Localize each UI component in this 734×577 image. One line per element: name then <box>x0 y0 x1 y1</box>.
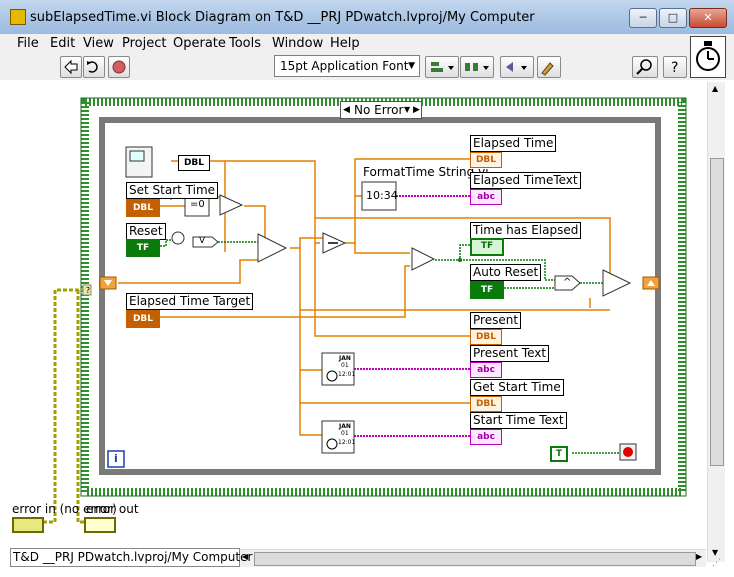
diagram-wiring <box>40 97 687 524</box>
time-has-elapsed-indicator[interactable]: TF <box>470 238 504 256</box>
and-node-label: ^ <box>563 277 572 288</box>
start-time-text-indicator[interactable]: abc <box>470 429 502 445</box>
select-node-3 <box>602 269 632 297</box>
horizontal-scrollbar[interactable]: ◀ ▶ <box>240 549 706 567</box>
datetime-icon-day-2: 01 <box>341 430 349 437</box>
elapsed-time-target-control[interactable]: DBL <box>126 310 160 328</box>
label-auto-reset: Auto Reset <box>470 264 542 281</box>
label-time-has-elapsed: Time has Elapsed <box>470 222 582 239</box>
tick-count-output-terminal: DBL <box>178 155 210 171</box>
label-reset: Reset <box>126 223 166 240</box>
or-node <box>192 236 219 248</box>
elapsed-time-indicator[interactable]: DBL <box>470 152 502 168</box>
datetime-icon-time-2: 12:01 <box>338 439 356 446</box>
select-node-2 <box>257 233 288 263</box>
get-start-time-indicator[interactable]: DBL <box>470 396 502 412</box>
iteration-terminal-label: i <box>114 452 118 465</box>
case-selector[interactable]: ◀ No Error ▼ ▶ <box>340 101 422 119</box>
label-elapsed-time: Elapsed Time <box>470 135 557 152</box>
present-indicator[interactable]: DBL <box>470 329 502 345</box>
project-context: T&D __PRJ PDwatch.lvproj/My Computer <box>10 548 252 567</box>
present-text-indicator[interactable]: abc <box>470 362 502 378</box>
label-start-time-text: Start Time Text <box>470 412 567 429</box>
datetime-icon-time-1: 12:01 <box>338 371 356 378</box>
elapsed-time-text-indicator[interactable]: abc <box>470 189 502 205</box>
datetime-icon-month-2: JAN <box>339 423 351 430</box>
label-set-start-time: Set Start Time <box>126 182 219 199</box>
error-out-indicator[interactable] <box>84 517 116 533</box>
true-constant[interactable]: T <box>550 446 568 462</box>
decrement-case-icon[interactable]: ◀ <box>343 102 350 118</box>
not-node <box>171 231 185 245</box>
horizontal-scroll-thumb[interactable] <box>254 552 696 566</box>
datetime-icon-month-1: JAN <box>339 355 351 362</box>
label-get-start-time: Get Start Time <box>470 379 564 396</box>
scroll-right-icon[interactable]: ▶ <box>696 552 702 561</box>
chevron-down-icon[interactable]: ▼ <box>404 102 410 118</box>
case-selector-value: No Error <box>354 103 404 117</box>
select-node-1 <box>219 194 244 216</box>
label-error-out: error out <box>86 502 139 516</box>
datetime-icon-day-1: 01 <box>341 362 349 369</box>
increment-case-icon[interactable]: ▶ <box>413 102 420 118</box>
vertical-scrollbar[interactable]: ▲ ▼ <box>707 82 725 562</box>
scroll-down-icon[interactable]: ▼ <box>712 548 718 557</box>
label-present-text: Present Text <box>470 345 550 362</box>
format-time-vi-icon-text: 10:34 <box>366 189 398 202</box>
error-tunnel: ? <box>85 286 91 295</box>
reset-control[interactable]: TF <box>126 239 160 257</box>
equals-zero-node-label: =0 <box>190 199 205 210</box>
vertical-scroll-thumb[interactable] <box>710 158 724 466</box>
error-in-control[interactable] <box>12 517 44 533</box>
or-node-label: V <box>199 236 206 246</box>
label-present: Present <box>470 312 522 329</box>
scroll-up-icon[interactable]: ▲ <box>712 84 718 93</box>
resize-grip[interactable]: ⋰ <box>712 558 728 574</box>
label-elapsed-time-text: Elapsed TimeText <box>470 172 581 189</box>
label-elapsed-time-target: Elapsed Time Target <box>126 293 254 310</box>
auto-reset-control[interactable]: TF <box>470 281 504 299</box>
set-start-time-control[interactable]: DBL <box>126 199 160 217</box>
greater-equal-node <box>411 247 436 271</box>
